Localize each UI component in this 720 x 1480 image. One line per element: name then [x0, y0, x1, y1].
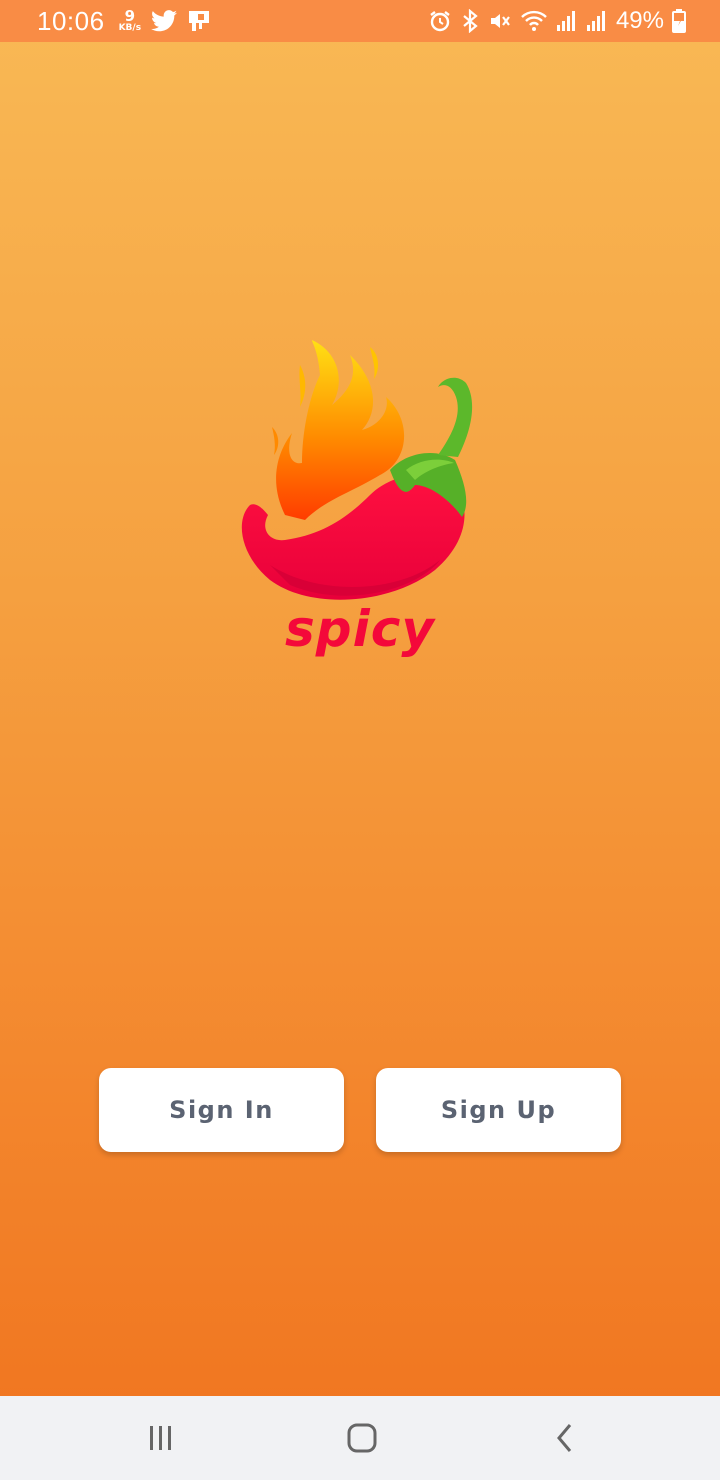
sign-in-button[interactable]: Sign In	[99, 1068, 344, 1152]
status-bar-left: 10:06 9 KB/s	[37, 6, 211, 37]
status-bar: 10:06 9 KB/s 49%	[0, 0, 720, 42]
bluetooth-icon	[460, 9, 480, 33]
signal-icon	[586, 10, 608, 32]
status-time: 10:06	[37, 5, 105, 36]
battery-percent: 49%	[615, 7, 664, 34]
back-icon[interactable]	[545, 1418, 585, 1458]
brand-name: spicy	[285, 600, 435, 658]
wifi-icon	[520, 9, 548, 33]
status-bar-right: 49%	[420, 7, 686, 35]
recent-apps-icon[interactable]	[141, 1418, 181, 1458]
pepper-icon	[241, 474, 465, 600]
twitter-icon	[151, 10, 178, 32]
signal-icon	[556, 10, 578, 32]
home-icon[interactable]	[342, 1418, 382, 1458]
notification-card-icon	[187, 9, 211, 33]
mute-icon	[488, 9, 512, 33]
network-speed-unit: KB/s	[118, 23, 142, 33]
network-speed-value: 9	[124, 7, 136, 25]
network-speed: 9 KB/s	[119, 9, 141, 33]
navigation-bar	[0, 1396, 720, 1480]
sign-up-button[interactable]: Sign Up	[376, 1068, 621, 1152]
alarm-icon	[428, 9, 452, 33]
battery-charging-icon	[672, 9, 686, 33]
